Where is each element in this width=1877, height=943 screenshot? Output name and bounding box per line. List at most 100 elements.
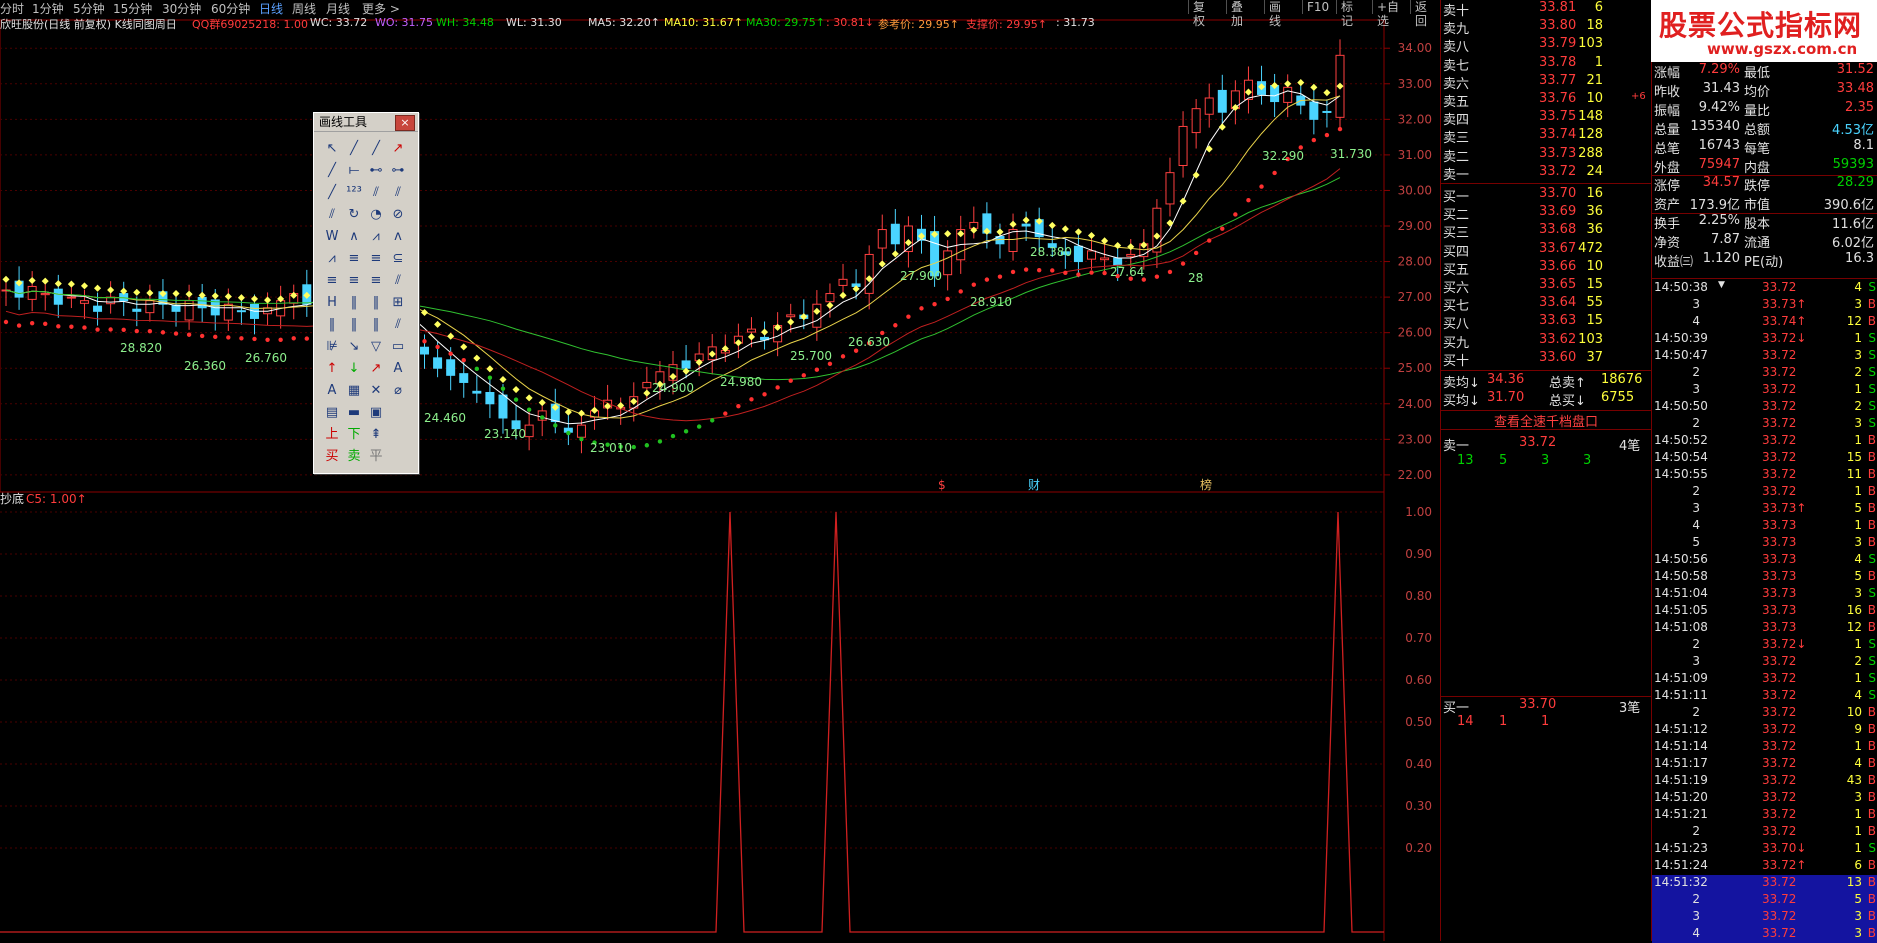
stat-key: PE(动) (1744, 255, 1784, 270)
drawing-tool-32[interactable]: ‖ (322, 315, 342, 335)
tab-0[interactable]: 分时 (0, 0, 24, 17)
tab-3[interactable]: 15分钟 (113, 0, 152, 17)
drawing-tool-43[interactable]: A (388, 359, 408, 379)
drawing-tool-51[interactable] (388, 403, 408, 423)
tick-row: 14:51:24 33.72↑ 6 B (1652, 858, 1877, 875)
drawing-tool-44[interactable]: A (322, 381, 342, 401)
drawing-tool-31[interactable]: ⊞ (388, 293, 408, 313)
drawing-tool-26[interactable]: ≡ (366, 271, 386, 291)
drawing-tool-59[interactable] (388, 447, 408, 467)
event-marker[interactable]: 财 (1028, 478, 1040, 492)
drawing-tool-13[interactable]: ↻ (344, 205, 364, 225)
event-marker[interactable]: $ (938, 478, 946, 492)
drawing-tool-53[interactable]: 下 (344, 425, 364, 445)
drawing-tool-6[interactable]: ⊷ (366, 161, 386, 181)
drawing-tool-15[interactable]: ⊘ (388, 205, 408, 225)
drawing-tool-30[interactable]: ‖ (366, 293, 386, 313)
drawing-tool-3[interactable]: ↗ (388, 139, 408, 159)
drawing-tool-27[interactable]: ⫽ (388, 271, 408, 291)
ref-diamond (447, 332, 455, 340)
drawing-tool-49[interactable]: ▬ (344, 403, 364, 423)
drawing-tool-17[interactable]: ∧ (344, 227, 364, 247)
osc-title: 抄底 (0, 491, 24, 506)
drawing-tool-8[interactable]: ╱ (322, 183, 342, 203)
drawing-tool-25[interactable]: ≡ (344, 271, 364, 291)
full-depth-link[interactable]: 查看全速千档盘口 (1441, 410, 1651, 431)
drawing-tool-10[interactable]: ⫽ (366, 183, 386, 203)
drawing-tool-45[interactable]: ▦ (344, 381, 364, 401)
drawing-tool-36[interactable]: ⊯ (322, 337, 342, 357)
bid-row: 买三 33.68 36 (1441, 222, 1651, 241)
drawing-tool-33[interactable]: ‖ (344, 315, 364, 335)
drawing-tool-47[interactable]: ⌀ (388, 381, 408, 401)
toolbar-button-4[interactable]: 标记 (1336, 0, 1357, 28)
tab-4[interactable]: 30分钟 (162, 0, 201, 17)
queue-bid-row: 买一 33.70 3笔 (1441, 696, 1651, 716)
drawing-tool-48[interactable]: ▤ (322, 403, 342, 423)
drawing-tool-23[interactable]: ⊆ (388, 249, 408, 269)
drawing-tool-16[interactable]: W (322, 227, 342, 247)
tab-8[interactable]: 月线 (326, 0, 350, 17)
drawing-tool-54[interactable]: ⇞ (366, 425, 386, 445)
tick-price: 33.73 (1762, 535, 1797, 549)
stat-key: 涨停 (1654, 179, 1681, 195)
toolbar-button-3[interactable]: F10 (1302, 0, 1333, 14)
toolbar-button-6[interactable]: 返回 (1410, 0, 1431, 28)
drawing-tool-11[interactable]: ⫽ (388, 183, 408, 203)
drawing-tool-29[interactable]: ‖ (344, 293, 364, 313)
drawing-tool-5[interactable]: ⟝ (344, 161, 364, 181)
kline-chart[interactable]: 34.00 33.00 32.00 31.00 30.00 29.00 28.00 27.00… (0, 0, 1440, 941)
drawing-tool-18[interactable]: ⩘ (366, 227, 386, 247)
drawing-tool-35[interactable]: ⫽ (388, 315, 408, 335)
drawing-tool-55[interactable] (388, 425, 408, 445)
drawing-tool-40[interactable]: ↑ (322, 359, 342, 379)
drawing-tool-14[interactable]: ◔ (366, 205, 386, 225)
drawing-tool-12[interactable]: ⫽ (322, 205, 342, 225)
drawing-tool-57[interactable]: 卖 (344, 447, 364, 467)
drawing-tool-4[interactable]: ╱ (322, 161, 342, 181)
drawing-tool-28[interactable]: H (322, 293, 342, 313)
tick-volume: 1 (1854, 807, 1862, 821)
tab-1[interactable]: 1分钟 (32, 0, 64, 17)
palette-close-button[interactable]: × (395, 115, 415, 131)
drawing-tool-50[interactable]: ▣ (366, 403, 386, 423)
support-dot (213, 334, 218, 340)
drawing-tool-2[interactable]: ╱ (366, 139, 386, 159)
tab-7[interactable]: 周线 (292, 0, 316, 17)
event-marker[interactable]: 榜 (1200, 477, 1212, 492)
drawing-tool-46[interactable]: ✕ (366, 381, 386, 401)
support-dot (252, 336, 257, 342)
drawing-tool-34[interactable]: ‖ (366, 315, 386, 335)
tab-9[interactable]: 更多 > (362, 0, 400, 17)
tab-5[interactable]: 60分钟 (211, 0, 250, 17)
drawing-tool-9[interactable]: ¹²³ (344, 183, 364, 203)
tab-6[interactable]: 日线 (259, 0, 283, 17)
tick-volume: 1 (1854, 671, 1862, 685)
drawing-tool-42[interactable]: ↗ (366, 359, 386, 379)
toolbar-button-5[interactable]: +自选 (1372, 0, 1403, 28)
drawing-tool-21[interactable]: ≡ (344, 249, 364, 269)
bid-price: 33.65 (1539, 277, 1577, 292)
drawing-tool-39[interactable]: ▭ (388, 337, 408, 357)
toolbar-button-2[interactable]: 画线 (1264, 0, 1285, 28)
drawing-tool-22[interactable]: ≡ (366, 249, 386, 269)
tick-row: 14:51:11 33.72 4 S (1652, 688, 1877, 705)
drawing-tool-19[interactable]: ʌ (388, 227, 408, 247)
tick-price: 33.73↑ (1762, 501, 1807, 515)
drawing-tool-palette[interactable]: 画线工具 × ↖ ╱ ╱ ↗ ╱ ⟝ ⊷ ⊶ ╱ ¹²³ ⫽ ⫽ ⫽ ↻ ◔ ⊘ W ∧ ⩘ ʌ ⩘ ≡ ≡ ⊆ ≡ ≡ ≡ ⫽ H ‖ ‖… (313, 112, 419, 474)
drawing-tool-24[interactable]: ≡ (322, 271, 342, 291)
drawing-tool-0[interactable]: ↖ (322, 139, 342, 159)
drawing-tool-52[interactable]: 上 (322, 425, 342, 445)
drawing-tool-1[interactable]: ╱ (344, 139, 364, 159)
toolbar-button-0[interactable]: 复权 (1188, 0, 1209, 28)
toolbar-button-1[interactable]: 叠加 (1226, 0, 1247, 28)
drawing-tool-56[interactable]: 买 (322, 447, 342, 467)
drawing-tool-41[interactable]: ↓ (344, 359, 364, 379)
ref-diamond (1284, 80, 1292, 88)
drawing-tool-7[interactable]: ⊶ (388, 161, 408, 181)
drawing-tool-37[interactable]: ↘ (344, 337, 364, 357)
drawing-tool-20[interactable]: ⩘ (322, 249, 342, 269)
drawing-tool-38[interactable]: ▽ (366, 337, 386, 357)
drawing-tool-58[interactable]: 平 (366, 447, 386, 467)
tab-2[interactable]: 5分钟 (73, 0, 105, 17)
